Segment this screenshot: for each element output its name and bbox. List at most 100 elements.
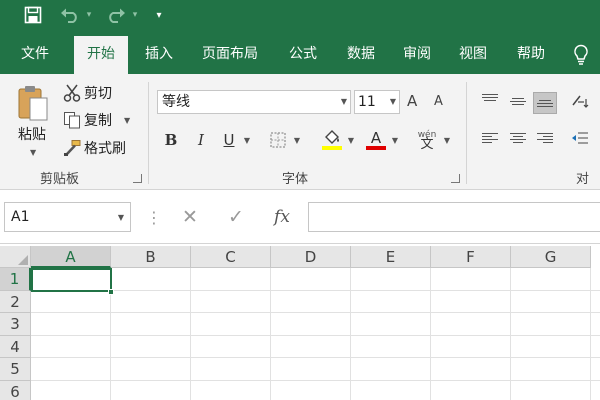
align-center-button[interactable]	[506, 127, 530, 149]
cancel-entry-button[interactable]: ✕	[176, 202, 204, 232]
orientation-button[interactable]	[568, 90, 592, 112]
tab-home[interactable]: 开始	[74, 36, 128, 74]
customize-qat-button[interactable]: ▾	[150, 4, 168, 26]
fill-color-button[interactable]	[320, 128, 344, 152]
row-header-4[interactable]: 4	[0, 335, 31, 358]
row-gridline	[31, 357, 600, 358]
row-header-5[interactable]: 5	[0, 358, 31, 381]
top-align-icon	[482, 92, 498, 103]
paste-icon[interactable]	[16, 84, 50, 122]
row-header-2[interactable]: 2	[0, 290, 31, 313]
enter-entry-button[interactable]: ✓	[222, 202, 250, 232]
insert-function-button[interactable]: fx	[268, 202, 296, 232]
font-launcher-icon[interactable]	[451, 174, 460, 183]
column-header-g[interactable]: G	[511, 246, 591, 268]
font-name-combobox[interactable]: 等线 ▼	[157, 90, 351, 114]
middle-align-icon	[510, 96, 526, 107]
font-color-swatch	[366, 145, 386, 150]
undo-dropdown-icon[interactable]: ▾	[84, 4, 94, 26]
tab-data[interactable]: 数据	[336, 36, 386, 74]
align-right-icon	[537, 131, 553, 145]
chevron-down-icon[interactable]: ▼	[341, 91, 347, 113]
fill-color-swatch	[322, 146, 342, 150]
redo-dropdown-icon[interactable]: ▾	[130, 4, 140, 26]
row-gridline	[31, 334, 600, 336]
font-size-value: 11	[358, 94, 376, 110]
copy-icon	[62, 110, 82, 130]
tab-help[interactable]: 帮助	[506, 36, 556, 74]
borders-button[interactable]	[266, 128, 290, 152]
fill-handle[interactable]	[108, 289, 114, 295]
bottom-align-icon	[537, 98, 553, 109]
copy-button[interactable]: 复制	[62, 109, 112, 131]
top-align-button[interactable]	[478, 86, 502, 108]
clipboard-launcher-icon[interactable]	[133, 174, 142, 183]
align-left-icon	[482, 131, 498, 145]
align-left-button[interactable]	[478, 127, 502, 149]
column-header-b[interactable]: B	[111, 246, 191, 268]
formula-input[interactable]	[308, 202, 600, 232]
save-icon[interactable]	[22, 4, 44, 26]
name-box[interactable]: A1 ▼	[4, 202, 131, 232]
increase-font-size-button[interactable]: A	[407, 92, 417, 110]
chevron-down-icon[interactable]: ▼	[118, 204, 124, 232]
ribbon-tabs: 文件 开始 插入 页面布局 公式 数据 审阅 视图 帮助	[0, 30, 600, 74]
row-header-1[interactable]: 1	[0, 268, 31, 291]
undo-icon[interactable]	[58, 4, 82, 26]
bold-button[interactable]: B	[160, 128, 182, 152]
paste-dropdown-icon[interactable]: ▼	[30, 148, 36, 157]
worksheet-grid[interactable]: ABCDEFG 123456	[0, 246, 600, 400]
decrease-font-size-button[interactable]: A	[434, 94, 443, 109]
paste-button[interactable]: 粘贴	[18, 124, 46, 144]
active-cell-a1[interactable]	[31, 268, 112, 292]
column-header-e[interactable]: E	[351, 246, 431, 268]
chevron-down-icon[interactable]: ▼	[390, 91, 396, 113]
tab-view[interactable]: 视图	[448, 36, 498, 74]
column-header-a[interactable]: A	[31, 246, 111, 268]
row-header-3[interactable]: 3	[0, 313, 31, 336]
align-right-button[interactable]	[533, 127, 557, 149]
font-color-dropdown-icon[interactable]: ▼	[390, 128, 400, 152]
fill-color-dropdown-icon[interactable]: ▼	[346, 128, 356, 152]
group-divider	[148, 82, 149, 184]
copy-dropdown-icon[interactable]: ▼	[124, 116, 130, 125]
redo-icon[interactable]	[104, 4, 128, 26]
formula-bar: A1 ▼ ⋮ ✕ ✓ fx	[0, 190, 600, 244]
format-painter-icon	[62, 138, 82, 158]
tab-file[interactable]: 文件	[12, 36, 58, 74]
tab-review[interactable]: 审阅	[392, 36, 442, 74]
row-gridline	[31, 379, 600, 381]
row-header-6[interactable]: 6	[0, 380, 31, 400]
format-painter-button[interactable]: 格式刷	[62, 137, 126, 159]
select-all-button[interactable]	[0, 246, 31, 268]
middle-align-button[interactable]	[506, 90, 530, 112]
tell-me-lightbulb-icon[interactable]	[566, 36, 596, 74]
phonetic-guide-button[interactable]: wén 文	[414, 128, 440, 152]
paint-bucket-icon	[325, 130, 339, 144]
font-name-value: 等线	[162, 94, 190, 110]
tab-formulas[interactable]: 公式	[278, 36, 328, 74]
decrease-indent-icon	[572, 132, 588, 144]
borders-icon	[270, 132, 286, 148]
tab-insert[interactable]: 插入	[134, 36, 184, 74]
underline-button[interactable]: U	[218, 128, 240, 152]
font-size-combobox[interactable]: 11 ▼	[354, 90, 400, 114]
format-painter-label: 格式刷	[84, 141, 126, 157]
tab-page-layout[interactable]: 页面布局	[192, 36, 268, 74]
decrease-indent-button[interactable]	[568, 127, 592, 149]
column-header-f[interactable]: F	[431, 246, 511, 268]
underline-dropdown-icon[interactable]: ▼	[242, 128, 252, 152]
column-header-d[interactable]: D	[271, 246, 351, 268]
italic-button[interactable]: I	[190, 128, 212, 152]
phonetic-dropdown-icon[interactable]: ▼	[442, 128, 452, 152]
font-color-button[interactable]: A	[364, 128, 388, 152]
cut-button[interactable]: 剪切	[62, 82, 112, 104]
scissors-icon	[62, 83, 82, 103]
orientation-icon	[572, 95, 589, 108]
title-bar: ▾ ▾ ▾	[0, 0, 600, 30]
formula-bar-grip[interactable]: ⋮	[146, 208, 162, 227]
borders-dropdown-icon[interactable]: ▼	[292, 128, 302, 152]
align-center-icon	[510, 131, 526, 145]
column-header-c[interactable]: C	[191, 246, 271, 268]
bottom-align-button[interactable]	[533, 92, 557, 114]
